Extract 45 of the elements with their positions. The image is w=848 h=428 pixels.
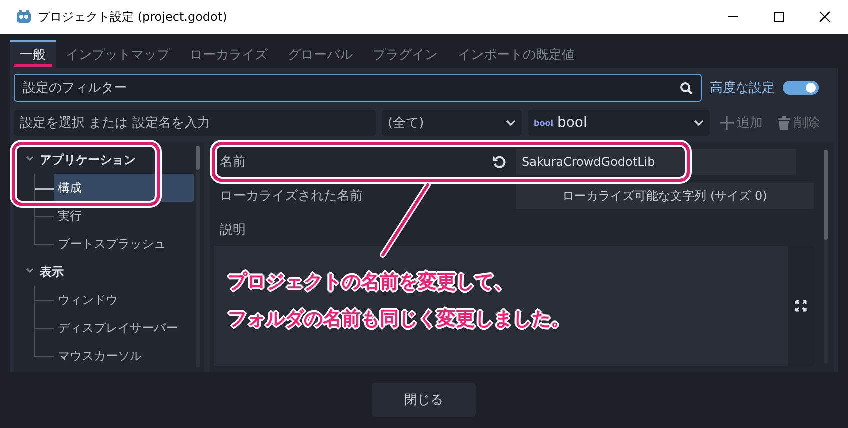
caret-icon: [694, 120, 704, 126]
tree-item[interactable]: マウスカーソル: [54, 342, 194, 370]
category-dropdown[interactable]: (全て): [382, 110, 522, 136]
scrollbar-thumb[interactable]: [196, 146, 200, 170]
close-button[interactable]: 閉じる: [372, 383, 476, 417]
maximize-icon: [773, 11, 785, 23]
search-field[interactable]: 設定のフィルター: [14, 74, 702, 102]
property-label: 説明: [219, 222, 247, 239]
type-value: bool: [557, 115, 588, 131]
tree-item[interactable]: アプリケーション: [18, 146, 204, 174]
expand-icon[interactable]: [795, 300, 807, 312]
tree-item[interactable]: 表示: [18, 258, 204, 286]
scrollbar-thumb[interactable]: [824, 150, 828, 240]
toggle-switch[interactable]: [783, 81, 819, 95]
property-label: ローカライズされた名前: [219, 188, 364, 205]
tab[interactable]: 一般: [10, 40, 56, 68]
tree-item[interactable]: ウィンドウ: [54, 286, 194, 314]
tree-item[interactable]: ディスプレイサーバー: [54, 314, 194, 342]
tab[interactable]: ローカライズ: [180, 40, 278, 68]
plus-icon: [720, 116, 734, 130]
trash-icon: [777, 116, 791, 130]
description-field[interactable]: [214, 246, 814, 366]
callout-text: プロジェクトの名前を変更して、: [228, 270, 514, 295]
type-dropdown[interactable]: bool bool: [528, 110, 710, 136]
name-field[interactable]: SakuraCrowdGodotLib: [516, 149, 796, 175]
revert-icon[interactable]: [492, 155, 506, 169]
highlight-underline: [14, 64, 52, 67]
tab[interactable]: グローバル: [278, 40, 363, 68]
app-icon: [16, 9, 32, 25]
localized-string-button[interactable]: ローカライズ可能な文字列 (サイズ 0): [516, 183, 814, 209]
tree-item[interactable]: 構成: [54, 174, 194, 202]
callout-text: フォルダの名前も同じく変更しました。: [228, 307, 570, 332]
tab[interactable]: インポートの既定値: [448, 40, 585, 68]
property-label: 名前: [219, 154, 247, 171]
tab[interactable]: インプットマップ: [56, 40, 180, 68]
search-icon: [680, 82, 693, 94]
window-title: プロジェクト設定 (project.godot): [38, 8, 228, 26]
property-path-field[interactable]: 設定を選択 または 設定名を入力: [14, 110, 376, 136]
toggle-label: 高度な設定: [710, 80, 775, 97]
tree-item[interactable]: 実行: [54, 202, 194, 230]
caret-icon: [506, 120, 516, 126]
tree-item[interactable]: ブートスプラッシュ: [54, 230, 194, 258]
type-icon-label: bool: [534, 118, 554, 128]
tab[interactable]: プラグイン: [363, 40, 448, 68]
close-icon: [819, 11, 831, 23]
